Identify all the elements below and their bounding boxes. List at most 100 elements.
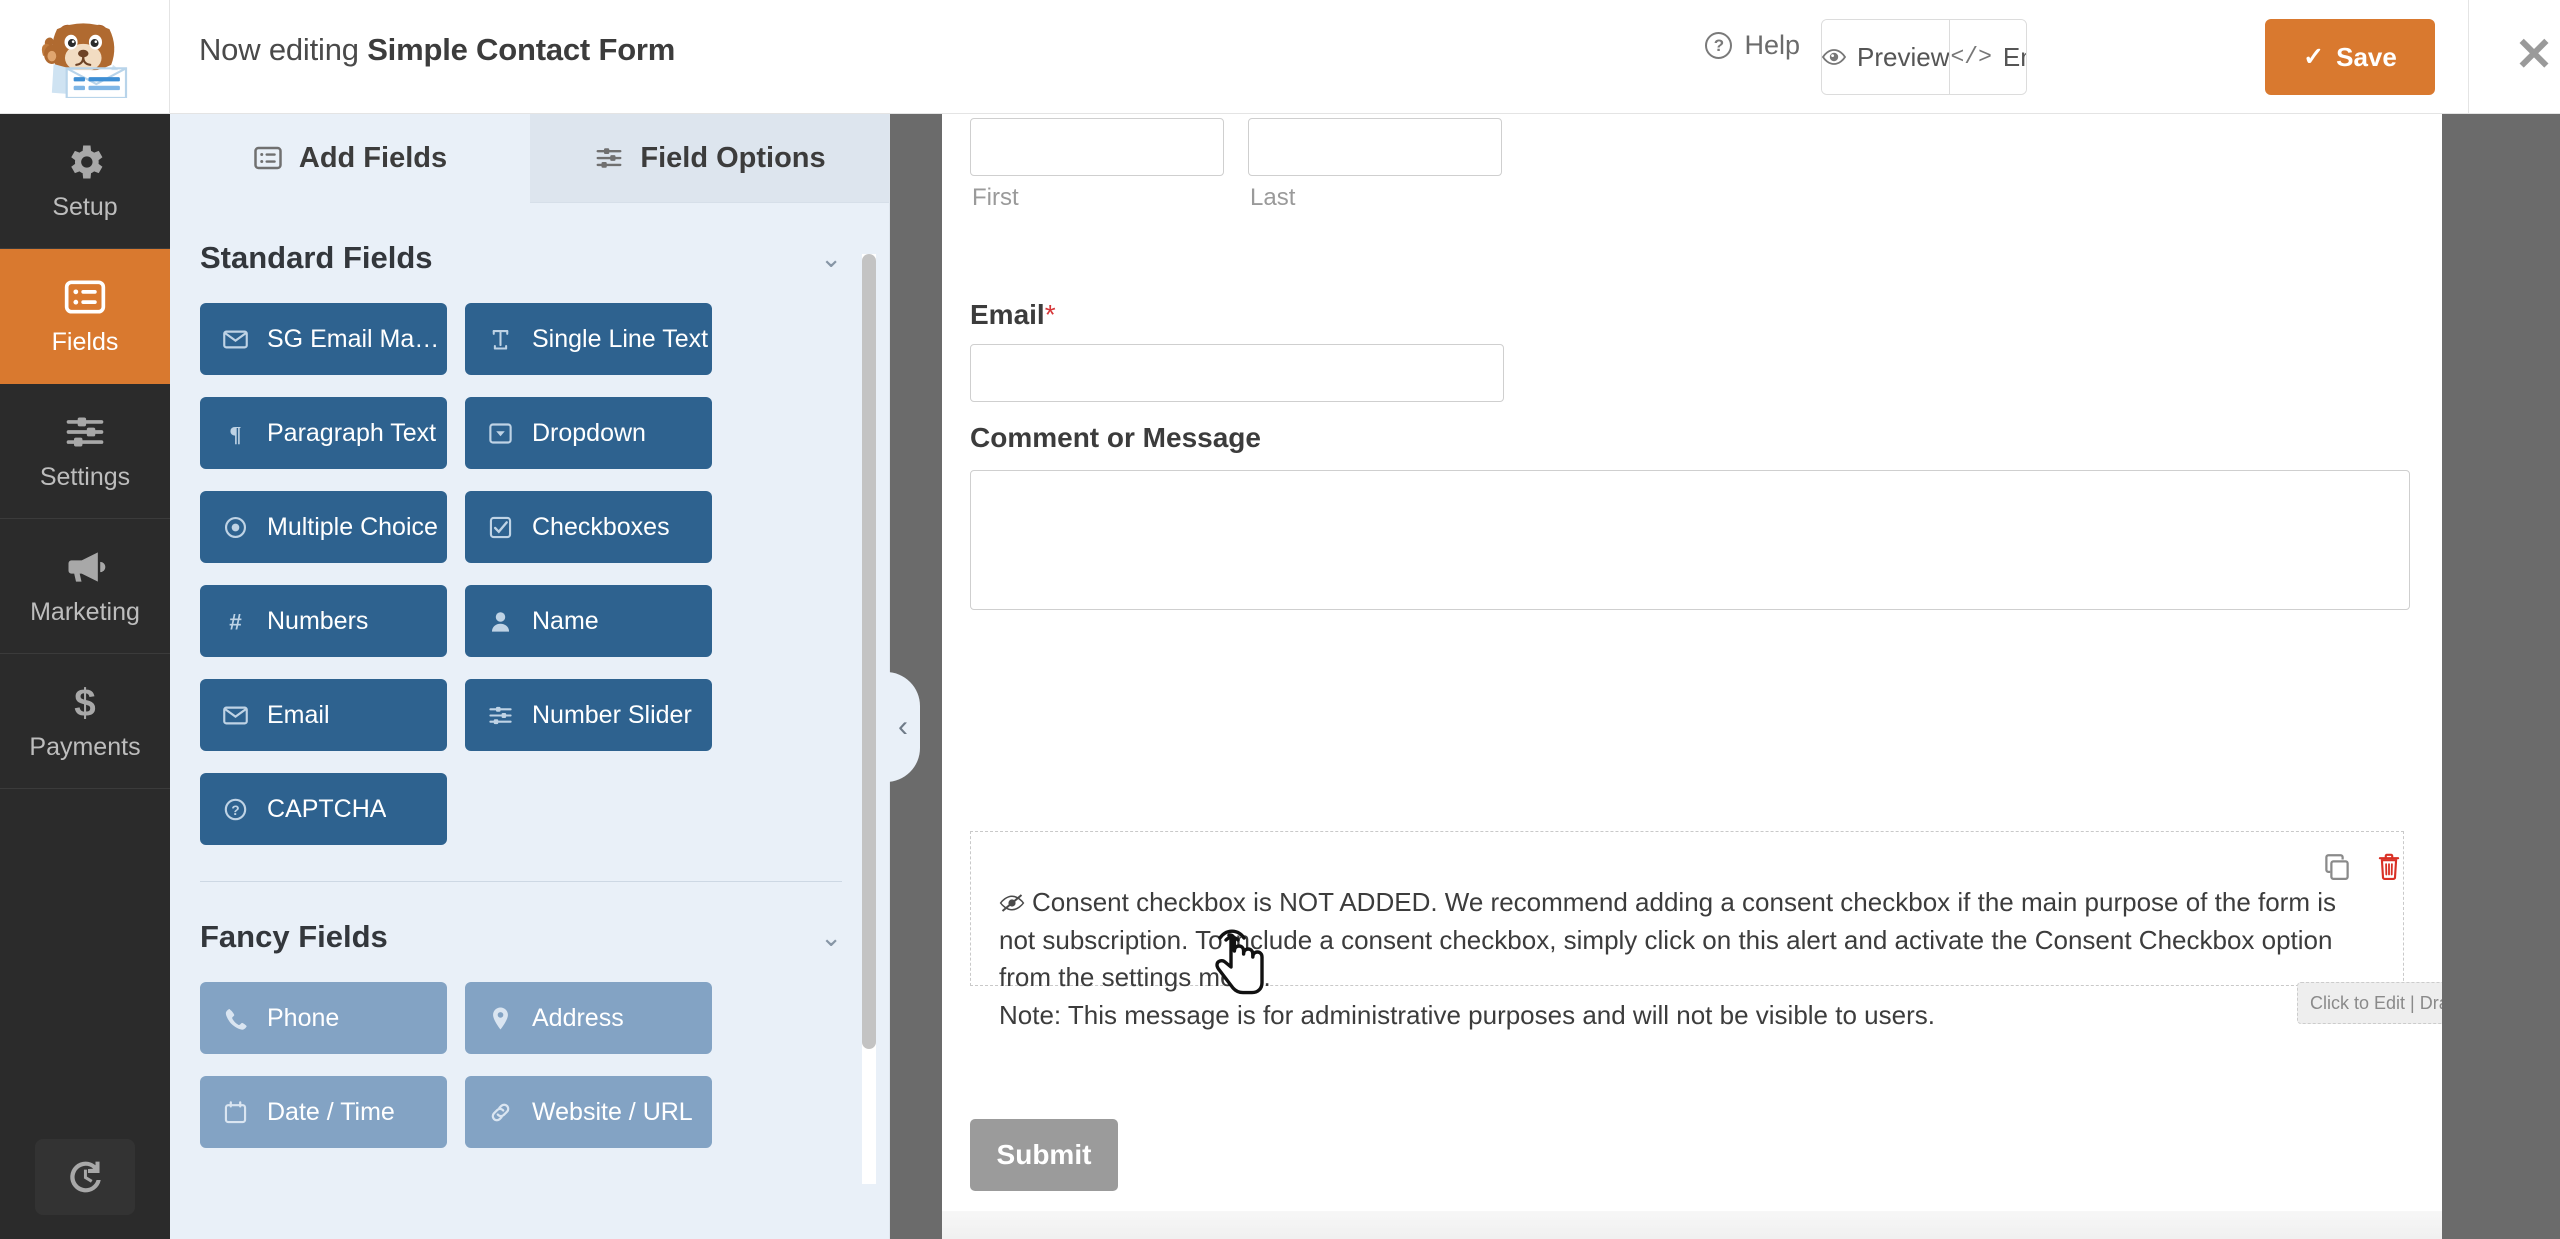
field-label: Dropdown xyxy=(532,418,646,447)
list-card-icon xyxy=(64,280,106,314)
field-button-multiple-choice[interactable]: Multiple Choice xyxy=(200,491,447,563)
field-button-number-slider[interactable]: Number Slider xyxy=(465,679,712,751)
sidebar-item-marketing[interactable]: Marketing xyxy=(0,519,170,654)
panel-scroll-area: Standard Fields ⌄ SG Email Marketi... xyxy=(170,203,890,1239)
preview-embed-group: Preview </> Embed xyxy=(1821,19,2027,95)
question-circle-icon: ? xyxy=(1705,32,1733,59)
preview-button[interactable]: Preview xyxy=(1822,20,1950,94)
close-icon[interactable]: ✕ xyxy=(2512,31,2556,78)
embed-button[interactable]: </> Embed xyxy=(1949,20,2026,94)
dollar-icon: $ xyxy=(74,682,95,724)
eye-icon xyxy=(1822,49,1846,65)
field-label: Phone xyxy=(267,1003,340,1032)
preview-footer-strip xyxy=(942,1211,2442,1239)
svg-text:?: ? xyxy=(231,803,239,818)
email-label: Email* xyxy=(970,299,1056,330)
field-button-paragraph-text[interactable]: ¶ Paragraph Text xyxy=(200,397,447,469)
field-label: Number Slider xyxy=(532,700,692,729)
pilcrow-icon: ¶ xyxy=(229,421,241,446)
svg-text:$: $ xyxy=(74,682,95,724)
section-header-standard-fields[interactable]: Standard Fields ⌄ xyxy=(170,203,890,276)
sidebar-label: Marketing xyxy=(30,598,140,626)
app-logo xyxy=(0,0,170,113)
chevron-down-icon[interactable]: ⌄ xyxy=(820,922,842,953)
help-button[interactable]: ? Help xyxy=(1705,30,1800,61)
revision-history-button[interactable] xyxy=(35,1139,135,1215)
sliders-icon xyxy=(596,148,622,168)
svg-text:#: # xyxy=(229,609,242,634)
trash-icon[interactable] xyxy=(2376,852,2402,882)
first-name-sublabel: First xyxy=(972,184,1019,211)
form-preview: First Last Email* Comment or Message Con… xyxy=(942,114,2442,1239)
field-button-checkboxes[interactable]: Checkboxes xyxy=(465,491,712,563)
section-title: Standard Fields xyxy=(200,240,433,275)
pointing-hand-cursor xyxy=(1215,929,1264,995)
tab-label: Field Options xyxy=(640,141,826,174)
wpforms-builder: Now editing Simple Contact Form ? Help P… xyxy=(0,0,2560,1239)
field-button-name[interactable]: Name xyxy=(465,585,712,657)
eye-slash-icon xyxy=(999,894,1025,912)
field-button-sg-email-marketing[interactable]: SG Email Marketi... xyxy=(200,303,447,375)
last-name-input[interactable] xyxy=(1248,118,1502,176)
field-message[interactable]: Comment or Message xyxy=(970,422,2410,610)
sidebar-item-setup[interactable]: Setup xyxy=(0,114,170,249)
tab-add-fields[interactable]: Add Fields xyxy=(170,114,530,203)
field-button-captcha[interactable]: ? CAPTCHA xyxy=(200,773,447,845)
chevron-down-icon[interactable]: ⌄ xyxy=(820,243,842,274)
field-button-address[interactable]: Address xyxy=(465,982,712,1054)
drag-hint-tooltip: Click to Edit | Drag to Reorder ✕ xyxy=(2297,982,2442,1024)
field-label: SG Email Marketi... xyxy=(267,324,447,353)
field-email[interactable]: Email* xyxy=(970,299,2410,402)
fields-panel: Add Fields Field Options Standard Fields… xyxy=(170,114,890,1239)
checkbox-check-icon xyxy=(489,516,512,538)
field-button-website-url[interactable]: Website / URL xyxy=(465,1076,712,1148)
save-button[interactable]: ✓ Save xyxy=(2265,19,2435,95)
section-header-fancy-fields[interactable]: Fancy Fields ⌄ xyxy=(170,882,890,955)
field-label: Date / Time xyxy=(267,1097,395,1126)
fancy-fields-grid: Phone Address Date / Time Website / URL xyxy=(170,955,890,1148)
panel-collapse-handle[interactable]: ‹ xyxy=(886,672,920,782)
dropdown-caret-icon xyxy=(489,422,512,444)
field-button-date-time[interactable]: Date / Time xyxy=(200,1076,447,1148)
sidebar-item-payments[interactable]: $ Payments xyxy=(0,654,170,789)
tab-field-options[interactable]: Field Options xyxy=(530,114,890,203)
field-button-phone[interactable]: Phone xyxy=(200,982,447,1054)
field-label: Website / URL xyxy=(532,1097,693,1126)
revision-history-icon xyxy=(70,1161,101,1193)
gear-icon xyxy=(71,145,103,179)
sidebar-label: Setup xyxy=(52,193,118,221)
field-button-email[interactable]: Email xyxy=(200,679,447,751)
radio-dot-icon xyxy=(224,516,247,538)
field-button-numbers[interactable]: # Numbers xyxy=(200,585,447,657)
field-button-single-line-text[interactable]: Single Line Text xyxy=(465,303,712,375)
user-icon xyxy=(491,611,510,632)
submit-button[interactable]: Submit xyxy=(970,1119,1118,1191)
field-button-dropdown[interactable]: Dropdown xyxy=(465,397,712,469)
field-label: Address xyxy=(532,1003,624,1032)
megaphone-icon xyxy=(68,552,106,582)
field-label: Paragraph Text xyxy=(267,418,437,447)
help-label: Help xyxy=(1744,30,1800,60)
preview-label: Preview xyxy=(1857,41,1950,72)
email-input[interactable] xyxy=(970,344,1504,402)
wpforms-mascot-logo-icon xyxy=(41,22,127,98)
sidebar-item-fields[interactable]: Fields xyxy=(0,249,170,384)
message-textarea[interactable] xyxy=(970,470,2410,610)
page-title: Now editing Simple Contact Form xyxy=(199,32,675,68)
duplicate-icon[interactable] xyxy=(2322,852,2352,882)
sliders-icon xyxy=(489,706,512,724)
field-label: Name xyxy=(532,606,599,635)
topbar-divider xyxy=(2468,0,2469,113)
field-label: Checkboxes xyxy=(532,512,670,541)
field-action-icons xyxy=(2322,852,2402,882)
sidebar-item-settings[interactable]: Settings xyxy=(0,384,170,519)
submit-label: Submit xyxy=(996,1139,1092,1170)
sidebar-label: Fields xyxy=(51,328,119,356)
question-circle-icon: ? xyxy=(224,798,247,820)
tab-label: Add Fields xyxy=(298,141,448,174)
embed-label: Embed xyxy=(2002,41,2026,72)
panel-scrollbar-thumb[interactable] xyxy=(862,254,876,1049)
first-name-input[interactable] xyxy=(970,118,1224,176)
message-label: Comment or Message xyxy=(970,422,1261,453)
svg-text:¶: ¶ xyxy=(229,421,241,446)
